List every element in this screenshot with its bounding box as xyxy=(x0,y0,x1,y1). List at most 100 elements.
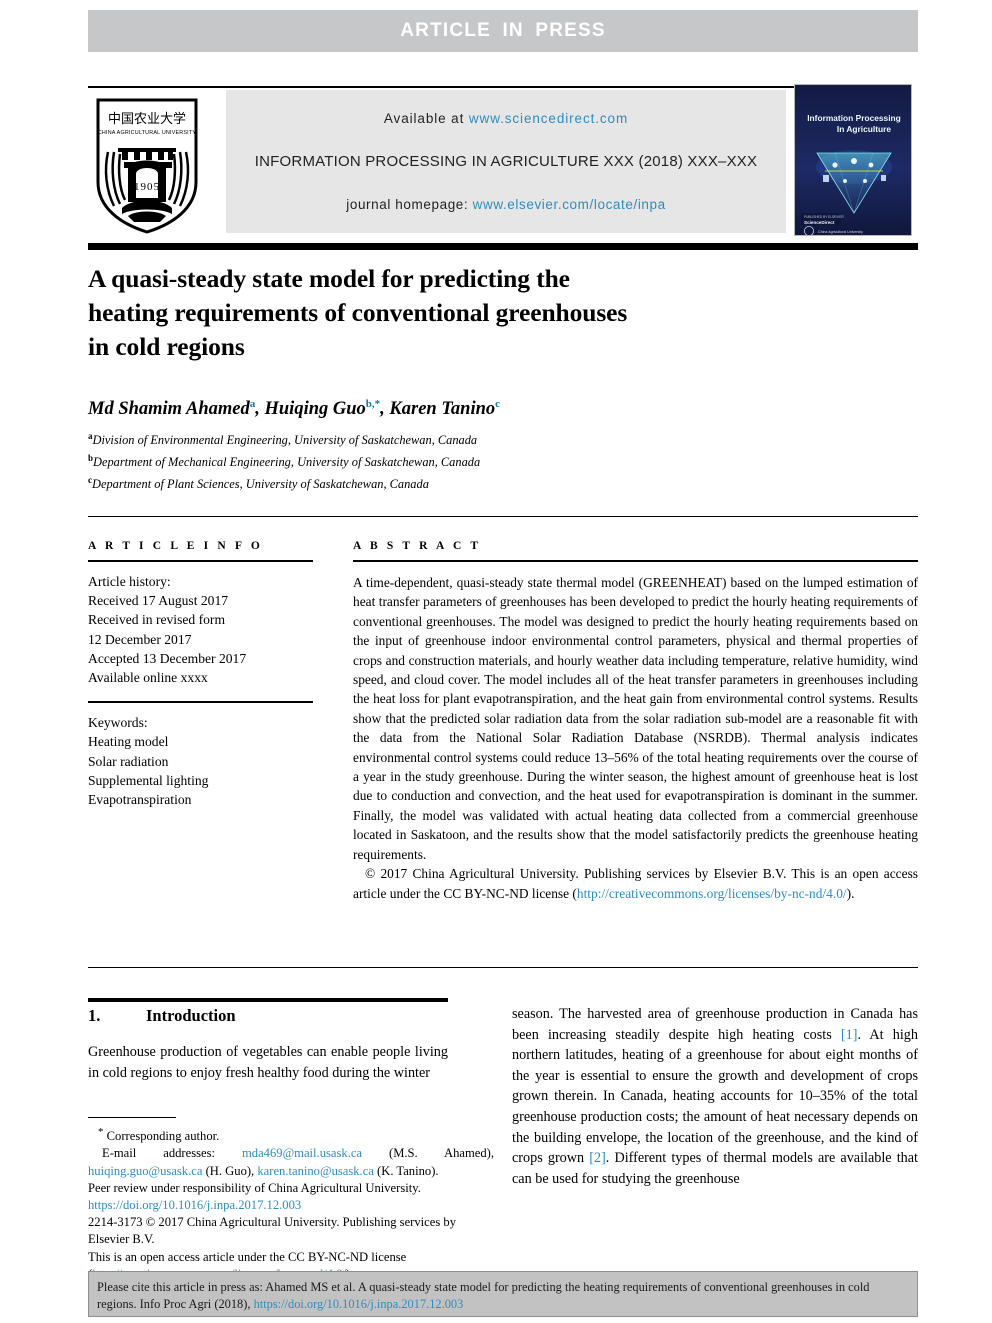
journal-cover-icon: Information Processing In Agriculture PU… xyxy=(795,85,911,235)
keyword-item: Solar radiation xyxy=(88,753,169,769)
svg-text:1905: 1905 xyxy=(134,181,160,193)
history-item: Received in revised form xyxy=(88,612,226,628)
article-in-press-banner: ARTICLE IN PRESS xyxy=(88,10,918,52)
cc-license-link[interactable]: http://creativecommons.org/licenses/by-n… xyxy=(577,886,847,901)
history-item: Accepted 13 December 2017 xyxy=(88,650,247,666)
article-history-block: Article history: Received 17 August 2017… xyxy=(88,572,313,687)
page-title: A quasi-steady state model for predictin… xyxy=(88,262,788,364)
svg-text:In Agriculture: In Agriculture xyxy=(837,124,891,134)
citation-text: Please cite this article in press as: Ah… xyxy=(97,1280,870,1311)
author-affiliation-marker-2: b,* xyxy=(365,398,381,410)
author-affiliation-marker-3: c xyxy=(495,398,501,410)
journal-homepage-line: journal homepage: www.elsevier.com/locat… xyxy=(346,197,666,212)
keywords-label: Keywords: xyxy=(88,715,148,731)
introduction-left-column: Greenhouse production of vegetables can … xyxy=(88,1044,448,1081)
asterisk-icon: * xyxy=(98,1126,104,1138)
title-line-1: A quasi-steady state model for predictin… xyxy=(88,264,570,293)
affiliation-text-a: Division of Environmental Engineering, U… xyxy=(92,433,478,448)
keywords-divider xyxy=(88,701,313,704)
svg-text:中国农业大学: 中国农业大学 xyxy=(108,111,186,127)
article-info-column: A R T I C L E I N F O Article history: R… xyxy=(88,540,313,809)
reference-link-1[interactable]: [1] xyxy=(841,1027,858,1043)
abstract-paragraph: A time-dependent, quasi-steady state the… xyxy=(353,575,918,862)
corresponding-author-text: Corresponding author. xyxy=(106,1129,220,1144)
svg-text:Information Processing: Information Processing xyxy=(807,113,901,123)
email-addresses-note: E-mail addresses: mda469@mail.usask.ca (… xyxy=(88,1145,494,1179)
abstract-block-top-rule xyxy=(88,516,918,517)
author-list: Md Shamim Ahameda, Huiqing Guob,*, Karen… xyxy=(88,398,501,420)
citation-box: Please cite this article in press as: Ah… xyxy=(88,1271,918,1317)
affiliation-list: aDivision of Environmental Engineering, … xyxy=(88,427,848,493)
footnote-block: * Corresponding author. E-mail addresses… xyxy=(88,1124,494,1283)
email-label: E-mail addresses: xyxy=(102,1146,216,1161)
author-affiliation-marker-1: a xyxy=(249,398,256,410)
journal-masthead: 中国农业大学 CHINA AGRICULTURAL UNIVERSITY 190… xyxy=(88,58,918,240)
abstract-underline xyxy=(353,560,918,562)
svg-text:PUBLISHED BY ELSEVIER: PUBLISHED BY ELSEVIER xyxy=(804,215,844,219)
svg-text:ScienceDirect: ScienceDirect xyxy=(804,220,835,225)
affiliation-item: aDivision of Environmental Engineering, … xyxy=(88,427,848,449)
doi-note: https://doi.org/10.1016/j.inpa.2017.12.0… xyxy=(88,1197,494,1214)
introduction-right-paragraph: season. The harvested area of greenhouse… xyxy=(512,1004,918,1189)
available-at-prefix: Available at xyxy=(383,111,469,127)
author-name-3: Karen Tanino xyxy=(389,399,496,420)
introduction-right-column: season. The harvested area of greenhouse… xyxy=(512,1004,918,1189)
journal-title-line: INFORMATION PROCESSING IN AGRICULTURE XX… xyxy=(254,152,758,170)
abstract-column: A B S T R A C T A time-dependent, quasi-… xyxy=(353,540,918,903)
available-at-line: Available at www.sciencedirect.com xyxy=(384,111,628,126)
china-agricultural-university-logo-icon: 中国农业大学 CHINA AGRICULTURAL UNIVERSITY 190… xyxy=(96,98,198,234)
history-item: Available online xxxx xyxy=(88,670,208,686)
title-top-rule xyxy=(88,243,918,250)
section-heading-introduction: 1. Introduction xyxy=(88,1006,488,1026)
article-history-label: Article history: xyxy=(88,574,171,589)
affiliation-item: bDepartment of Mechanical Engineering, U… xyxy=(88,449,848,471)
section-heading-rule xyxy=(88,998,448,1002)
email-owner-1: (M.S. Ahamed), xyxy=(389,1146,494,1161)
article-info-label: A R T I C L E I N F O xyxy=(88,540,263,552)
peer-review-note: Peer review under responsibility of Chin… xyxy=(88,1180,421,1195)
affiliation-text-c: Department of Plant Sciences, University… xyxy=(92,477,429,492)
title-line-2: heating requirements of conventional gre… xyxy=(88,298,628,327)
keywords-block: Keywords: Heating model Solar radiation … xyxy=(88,713,313,809)
history-item: Received 17 August 2017 xyxy=(88,593,229,609)
article-info-underline xyxy=(88,560,313,562)
svg-text:CHINA AGRICULTURAL UNIVERSITY: CHINA AGRICULTURAL UNIVERSITY xyxy=(98,130,197,136)
abstract-copyright: © 2017 China Agricultural University. Pu… xyxy=(353,864,918,903)
masthead-info-box: Available at www.sciencedirect.com INFOR… xyxy=(226,90,786,233)
email-link-1[interactable]: mda469@mail.usask.ca xyxy=(242,1146,362,1160)
section-title: Introduction xyxy=(146,1006,236,1025)
email-owner-2: (H. Guo), xyxy=(205,1163,255,1178)
copyright-text-post: ). xyxy=(846,885,855,901)
abstract-block-bottom-rule xyxy=(88,967,918,968)
journal-homepage-link[interactable]: www.elsevier.com/locate/inpa xyxy=(473,197,666,212)
journal-cover-thumbnail: Information Processing In Agriculture PU… xyxy=(794,84,912,236)
email-link-2[interactable]: huiqing.guo@usask.ca xyxy=(88,1164,202,1178)
author-name-2: Huiqing Guo xyxy=(264,399,366,420)
reference-link-2[interactable]: [2] xyxy=(589,1150,606,1166)
corresponding-author-note: * Corresponding author. xyxy=(88,1124,494,1145)
homepage-prefix: journal homepage: xyxy=(346,196,473,212)
publisher-logo: 中国农业大学 CHINA AGRICULTURAL UNIVERSITY 190… xyxy=(88,90,206,235)
affiliation-item: cDepartment of Plant Sciences, Universit… xyxy=(88,471,848,493)
keyword-item: Heating model xyxy=(88,734,169,750)
title-line-3: in cold regions xyxy=(88,332,245,361)
abstract-body: A time-dependent, quasi-steady state the… xyxy=(353,573,918,903)
history-item: 12 December 2017 xyxy=(88,631,192,647)
abstract-label: A B S T R A C T xyxy=(353,540,482,552)
author-name-1: Md Shamim Ahamed xyxy=(88,399,250,420)
article-in-press-label: ARTICLE IN PRESS xyxy=(400,20,606,41)
email-owner-3: (K. Tanino). xyxy=(377,1163,439,1178)
keyword-item: Supplemental lighting xyxy=(88,772,209,788)
keyword-item: Evapotranspiration xyxy=(88,792,192,808)
issn-copyright-note: 2214-3173 © 2017 China Agricultural Univ… xyxy=(88,1215,456,1247)
svg-text:China Agricultural University: China Agricultural University xyxy=(818,230,863,234)
sciencedirect-link[interactable]: www.sciencedirect.com xyxy=(469,111,628,126)
email-link-3[interactable]: karen.tanino@usask.ca xyxy=(257,1164,374,1178)
section-number: 1. xyxy=(88,1006,101,1025)
intro-text-part-2: . At high northern latitudes, heating of… xyxy=(512,1026,918,1167)
doi-link[interactable]: https://doi.org/10.1016/j.inpa.2017.12.0… xyxy=(88,1198,301,1212)
citation-doi-link[interactable]: https://doi.org/10.1016/j.inpa.2017.12.0… xyxy=(254,1297,464,1311)
article-page: ARTICLE IN PRESS 中国农业大学 CHINA AGRICULTUR… xyxy=(0,0,992,1323)
footnote-divider xyxy=(88,1117,176,1118)
masthead-top-rule xyxy=(88,86,800,88)
